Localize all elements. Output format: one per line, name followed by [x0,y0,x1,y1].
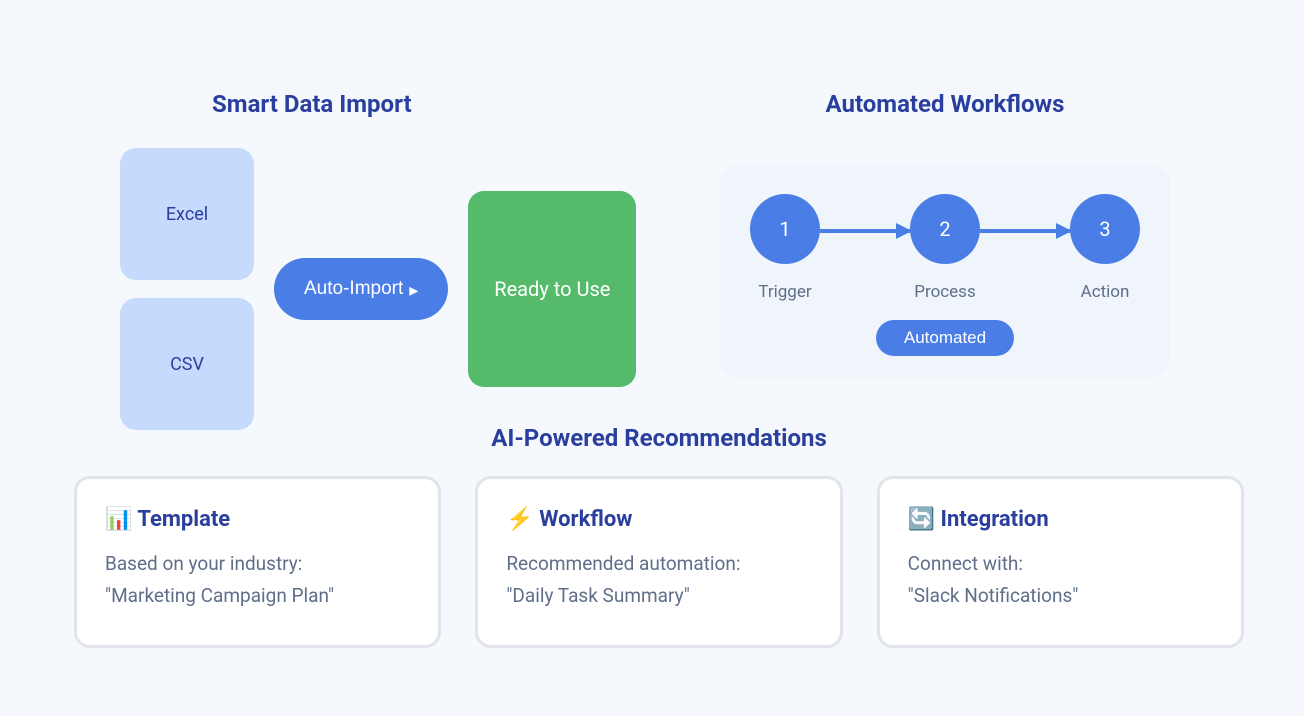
chart-icon: 📊 [105,507,132,532]
rec-card-line2: "Slack Notifications" [908,580,1213,612]
connector-2 [980,229,1070,233]
workflows-title: Automated Workflows [720,90,1170,118]
arrow-right-icon: ▸ [409,280,418,301]
rec-card-line1: Recommended automation: [506,548,811,580]
ai-recommendations-section: AI-Powered Recommendations 📊 Template Ba… [74,424,1244,648]
automated-workflows-section: Automated Workflows 1 Trigger 2 Process … [720,90,1170,378]
recommendation-card-integration[interactable]: 🔄 Integration Connect with: "Slack Notif… [877,476,1244,648]
refresh-icon: 🔄 [908,507,935,532]
connector-1 [820,229,910,233]
step-label-process: Process [914,282,975,302]
step-circle-2: 2 [910,194,980,264]
rec-card-heading: 🔄 Integration [908,507,1213,532]
file-cards-column: Excel CSV [120,148,254,430]
step-trigger: 1 Trigger [750,194,820,302]
rec-card-line2: "Daily Task Summary" [506,580,811,612]
rec-card-line1: Based on your industry: [105,548,410,580]
smart-data-import-section: Smart Data Import Excel CSV Auto-Import ▸… [120,90,660,430]
rec-card-line2: "Marketing Campaign Plan" [105,580,410,612]
import-row: Excel CSV Auto-Import ▸ Ready to Use [120,148,660,430]
recommendations-title: AI-Powered Recommendations [74,424,1244,452]
auto-import-button[interactable]: Auto-Import ▸ [274,258,448,320]
workflow-box: 1 Trigger 2 Process 3 Action Automated [720,164,1170,378]
step-circle-3: 3 [1070,194,1140,264]
steps-row: 1 Trigger 2 Process 3 Action [750,194,1140,302]
step-label-action: Action [1081,282,1130,302]
file-card-excel[interactable]: Excel [120,148,254,280]
file-card-csv[interactable]: CSV [120,298,254,430]
step-circle-1: 1 [750,194,820,264]
step-label-trigger: Trigger [758,282,811,302]
smart-import-title: Smart Data Import [212,90,660,118]
auto-import-label: Auto-Import [304,278,403,300]
step-action: 3 Action [1070,194,1140,302]
rec-card-heading: 📊 Template [105,507,410,532]
rec-card-line1: Connect with: [908,548,1213,580]
automated-badge[interactable]: Automated [876,320,1014,356]
rec-card-heading: ⚡ Workflow [506,507,811,532]
lightning-icon: ⚡ [506,507,533,532]
ready-to-use-card: Ready to Use [468,191,636,387]
recommendation-card-workflow[interactable]: ⚡ Workflow Recommended automation: "Dail… [475,476,842,648]
step-process: 2 Process [910,194,980,302]
recommendation-cards-row: 📊 Template Based on your industry: "Mark… [74,476,1244,648]
recommendation-card-template[interactable]: 📊 Template Based on your industry: "Mark… [74,476,441,648]
